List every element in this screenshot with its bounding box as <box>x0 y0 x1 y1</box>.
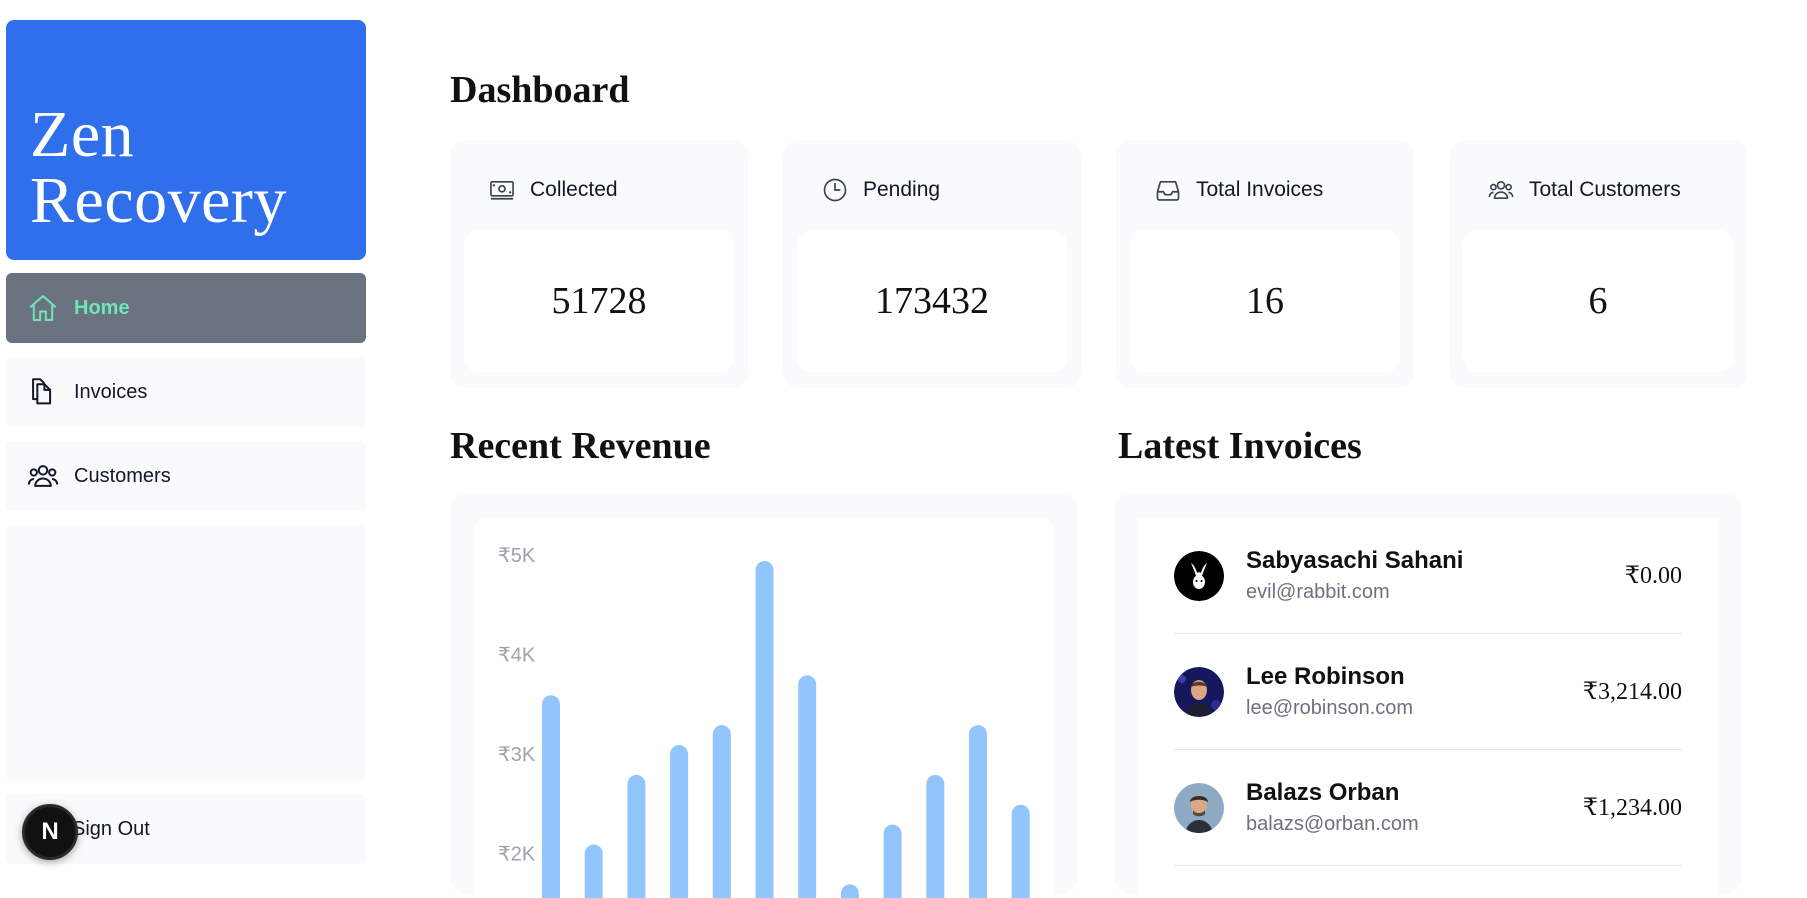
revenue-bar <box>712 725 731 898</box>
revenue-bar <box>755 560 774 898</box>
revenue-bar <box>542 695 560 898</box>
invoice-customer: Sabyasachi Sahani evil@rabbit.com <box>1246 547 1463 604</box>
card-label: Total Customers <box>1529 178 1681 201</box>
home-icon <box>29 294 57 322</box>
invoice-customer: Lee Robinson lee@robinson.com <box>1246 663 1413 720</box>
sidebar-spacer <box>6 525 366 781</box>
card-header: Total Customers <box>1487 176 1681 204</box>
clock-icon <box>823 178 847 202</box>
customer-name: Lee Robinson <box>1246 663 1405 690</box>
users-icon <box>27 465 59 487</box>
y-tick-label: ₹2K <box>498 844 536 866</box>
card-value: 16 <box>1130 230 1400 372</box>
avatar <box>1174 782 1224 833</box>
revenue-bar <box>584 844 603 898</box>
invoice-row[interactable]: Lee Robinson lee@robinson.com ₹3,214.00 <box>1174 634 1682 750</box>
sidebar: Zen Recovery Home Invoices Customers Sig… <box>6 20 366 868</box>
revenue-chart-svg: ₹5K ₹4K ₹3K ₹2K <box>498 545 1030 898</box>
sidebar-item-label: Sign Out <box>72 817 150 840</box>
card-header: Pending <box>821 176 940 204</box>
balazs-avatar-icon <box>1174 782 1224 833</box>
revenue-bar <box>627 774 646 898</box>
customer-name: Balazs Orban <box>1246 779 1400 806</box>
revenue-bar <box>926 774 945 898</box>
revenue-bar <box>883 824 902 898</box>
avatar <box>1174 550 1224 601</box>
y-tick-label: ₹3K <box>498 744 536 766</box>
revenue-bar <box>1011 804 1030 898</box>
revenue-bar <box>798 675 817 898</box>
y-tick-label: ₹5K <box>498 545 536 567</box>
latest-invoices-list: Sabyasachi Sahani evil@rabbit.com ₹0.00 … <box>1138 518 1718 898</box>
customer-email: evil@rabbit.com <box>1246 581 1390 603</box>
sidebar-item-customers[interactable]: Customers <box>6 441 366 511</box>
banknotes-icon <box>490 181 514 200</box>
latest-invoices-title: Latest Invoices <box>1118 425 1362 467</box>
y-tick-label: ₹4K <box>498 645 536 667</box>
invoice-amount: ₹0.00 <box>1624 563 1682 589</box>
customer-email: balazs@orban.com <box>1246 813 1419 835</box>
card-total-customers: Total Customers 6 <box>1449 140 1747 388</box>
card-value: 173432 <box>797 230 1067 372</box>
recent-revenue-title: Recent Revenue <box>450 425 711 467</box>
brand-name: Zen Recovery <box>30 102 287 234</box>
brand-line1: Zen <box>30 98 135 171</box>
invoice-row[interactable]: Balazs Orban balazs@orban.com ₹1,234.00 <box>1174 750 1682 866</box>
sidebar-item-label: Invoices <box>74 380 148 403</box>
documents-icon <box>32 378 52 405</box>
lee-avatar-icon <box>1174 666 1224 717</box>
card-collected: Collected 51728 <box>450 140 748 388</box>
brand-logo[interactable]: Zen Recovery <box>6 20 366 260</box>
revenue-bar <box>670 745 689 898</box>
revenue-bar <box>969 725 987 898</box>
sidebar-item-home[interactable]: Home <box>6 273 366 343</box>
customer-email: lee@robinson.com <box>1246 697 1414 719</box>
card-label: Pending <box>863 178 941 201</box>
sidebar-item-label: Customers <box>74 464 171 487</box>
inbox-icon <box>1156 181 1180 201</box>
next-badge-letter: N <box>41 818 59 845</box>
brand-line2: Recovery <box>30 164 287 237</box>
card-header: Collected <box>488 176 618 204</box>
page-title: Dashboard <box>450 69 630 111</box>
users-icon <box>1488 181 1514 199</box>
card-total-invoices: Total Invoices 16 <box>1116 140 1414 388</box>
card-label: Collected <box>530 178 618 201</box>
card-pending: Pending 173432 <box>783 140 1081 388</box>
sidebar-item-label: Home <box>74 296 130 319</box>
revenue-bar <box>840 884 859 898</box>
rabbit-avatar-icon <box>1174 550 1224 601</box>
sidebar-item-invoices[interactable]: Invoices <box>6 357 366 427</box>
card-label: Total Invoices <box>1196 178 1324 201</box>
invoice-row[interactable]: Sabyasachi Sahani evil@rabbit.com ₹0.00 <box>1174 518 1682 634</box>
invoice-amount: ₹3,214.00 <box>1582 679 1682 705</box>
card-value: 6 <box>1463 230 1733 372</box>
revenue-chart-panel: ₹5K ₹4K ₹3K ₹2K <box>450 494 1078 898</box>
revenue-chart: ₹5K ₹4K ₹3K ₹2K <box>474 518 1054 898</box>
invoice-amount: ₹1,234.00 <box>1582 795 1682 821</box>
card-value: 51728 <box>464 230 734 372</box>
latest-invoices-panel: Sabyasachi Sahani evil@rabbit.com ₹0.00 … <box>1114 494 1742 898</box>
card-header: Total Invoices <box>1154 176 1323 204</box>
next-dev-badge[interactable]: N <box>22 804 78 860</box>
avatar <box>1174 666 1224 717</box>
customer-name: Sabyasachi Sahani <box>1246 547 1464 574</box>
invoice-customer: Balazs Orban balazs@orban.com <box>1246 779 1419 836</box>
